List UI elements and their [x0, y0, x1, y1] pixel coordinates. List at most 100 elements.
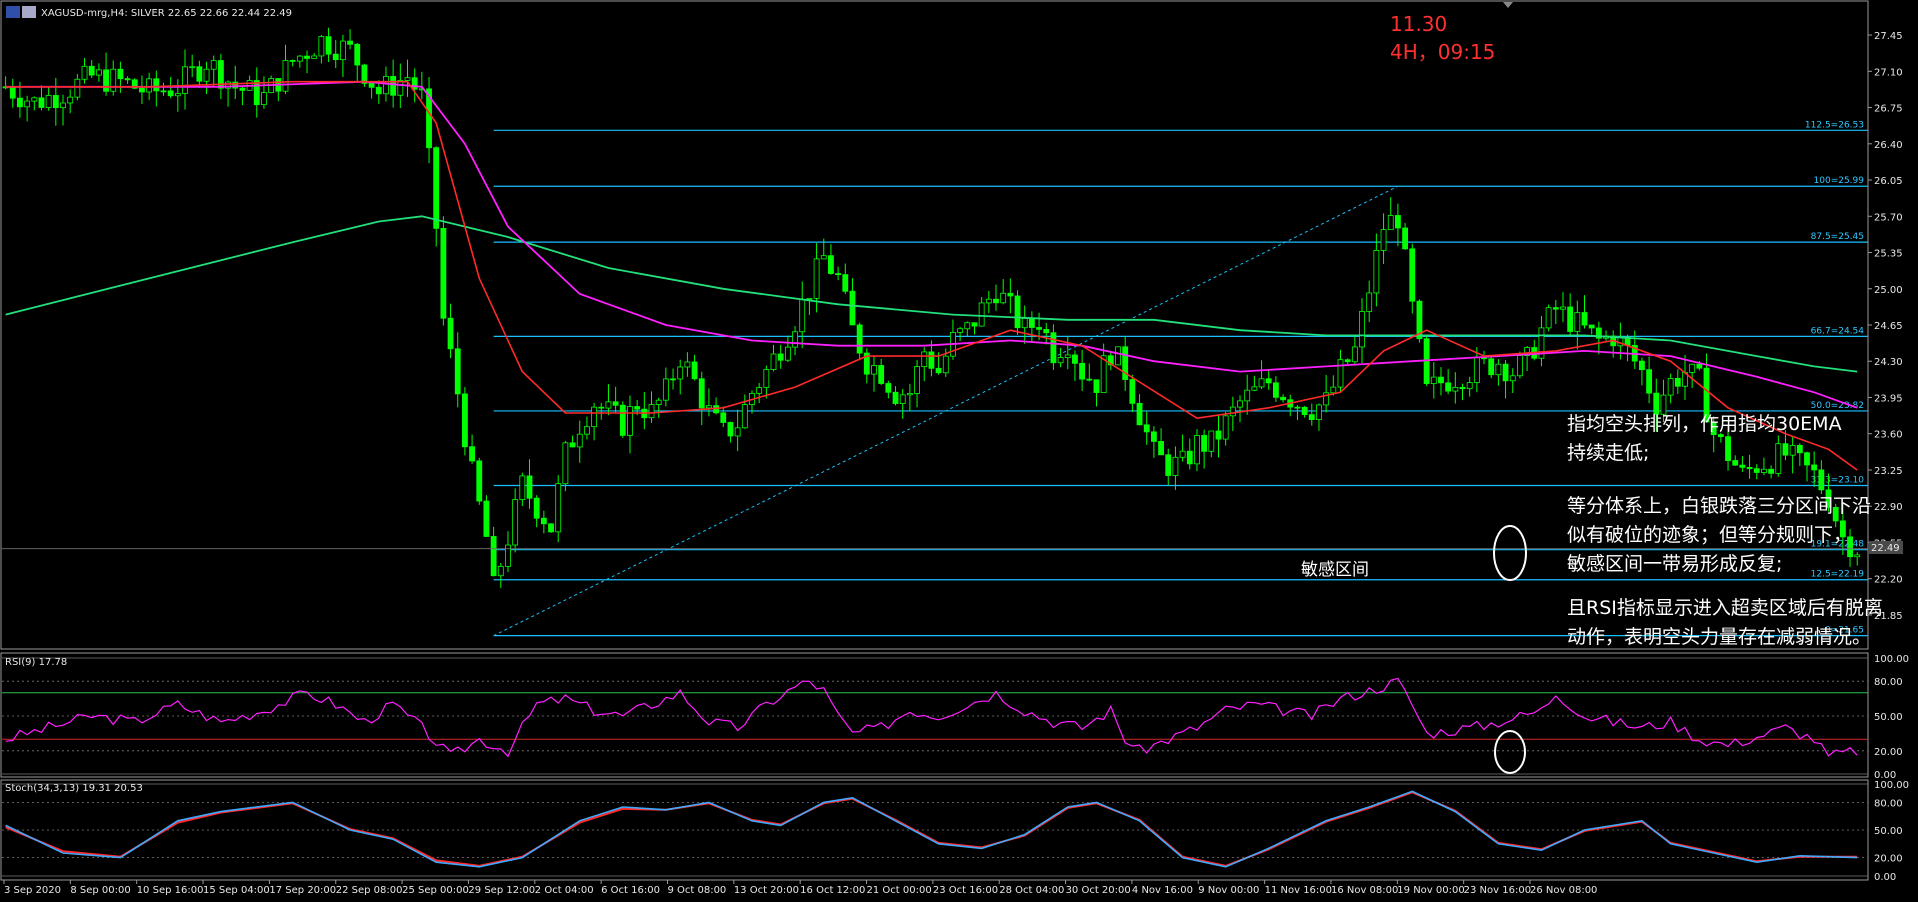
candle-body — [339, 40, 346, 61]
candle-body — [763, 369, 770, 388]
stoch-tick-label: 100.00 — [1874, 780, 1909, 791]
candle-body — [454, 348, 461, 395]
candle-body — [139, 87, 145, 93]
candle-body — [1387, 215, 1394, 231]
candle-body — [1194, 435, 1200, 465]
candle-body — [1272, 382, 1279, 398]
candle-body — [153, 78, 160, 92]
rsi-tick-label: 80.00 — [1874, 677, 1903, 688]
candle-body — [17, 97, 23, 108]
flag-icon[interactable] — [22, 6, 36, 18]
candle-body — [899, 394, 906, 404]
time-tick-label: 21 Oct 00:00 — [867, 885, 932, 896]
candle-body — [1366, 292, 1373, 312]
candle-body — [476, 460, 483, 502]
candle-body — [1502, 363, 1509, 382]
candle-body — [1086, 378, 1093, 381]
candle-body — [1488, 358, 1495, 376]
candle-body — [1495, 363, 1502, 376]
candle-body — [1768, 468, 1775, 474]
candle-body — [1136, 402, 1143, 426]
rsi-label: RSI(9) 17.78 — [5, 657, 67, 668]
rsi-panel-frame — [0, 652, 1869, 778]
candle-body — [390, 75, 397, 96]
rsi-indicator: 100.0080.0050.0020.000.00 — [2, 654, 1909, 781]
candle-body — [1050, 332, 1057, 364]
candle-body — [519, 475, 526, 500]
candle-body — [1165, 454, 1172, 476]
annotation-fib: 等分体系上，白银跌落三分区间下沿 似有破位的迹象；但等分规则下， 敏感区间一带易… — [1567, 495, 1872, 575]
candle-body — [1394, 215, 1401, 229]
candle-body — [174, 93, 181, 97]
time-tick-label: 17 Sep 20:00 — [269, 885, 336, 896]
candle-body — [1567, 306, 1574, 332]
price-tick-label: 22.20 — [1874, 575, 1903, 586]
candle-body — [24, 100, 31, 108]
candle-body — [1351, 346, 1358, 363]
candle-body — [670, 378, 676, 381]
candle-body — [1761, 468, 1767, 473]
candle-body — [38, 97, 45, 108]
candle-body — [95, 69, 102, 76]
time-tick-label: 10 Sep 16:00 — [137, 885, 204, 896]
current-price-value: 22.49 — [1871, 543, 1900, 554]
rsi-tick-label: 50.00 — [1874, 712, 1903, 723]
candle-body — [368, 83, 375, 88]
time-tick-label: 13 Oct 20:00 — [734, 885, 799, 896]
candle-body — [289, 60, 296, 62]
candle-body — [720, 412, 727, 423]
candle-body — [1560, 306, 1566, 310]
price-tick-label: 23.25 — [1874, 466, 1903, 477]
candle-body — [849, 290, 856, 326]
time-tick-label: 29 Sep 12:00 — [468, 885, 535, 896]
note-time: 4H，09:15 — [1390, 40, 1496, 64]
candle-body — [612, 401, 619, 406]
price-tick-label: 26.40 — [1874, 140, 1903, 151]
candle-body — [598, 406, 605, 409]
time-tick-label: 23 Nov 16:00 — [1464, 885, 1531, 896]
candle-body — [1674, 378, 1681, 387]
candle-body — [741, 404, 748, 429]
candle-body — [1588, 324, 1595, 329]
stoch-label: Stoch(34,3,13) 19.31 20.53 — [5, 783, 143, 794]
candle-body — [971, 322, 978, 327]
time-tick-label: 9 Nov 00:00 — [1198, 885, 1259, 896]
candle-body — [1359, 311, 1365, 348]
candle-body — [684, 361, 691, 368]
price-tick-label: 25.00 — [1874, 285, 1903, 296]
rsi-highlight-circle — [1494, 730, 1526, 774]
candle-body — [813, 258, 820, 299]
candle-body — [311, 55, 318, 59]
chart-window: 112.5=26.53 100=25.99 87.5=25.45 66.7=24.54… — [0, 0, 1918, 898]
candle-body — [483, 500, 490, 537]
candle-body — [469, 446, 476, 462]
time-tick-label: 23 Oct 16:00 — [933, 885, 998, 896]
candle-body — [1043, 328, 1050, 334]
rsi-tick-label: 100.00 — [1874, 654, 1909, 665]
candle-body — [261, 92, 267, 106]
candle-body — [1028, 318, 1035, 328]
candle-body — [1696, 363, 1703, 369]
candle-body — [253, 80, 260, 106]
candle-body — [677, 366, 684, 380]
candle-body — [124, 78, 131, 81]
time-tick-label: 2 Oct 04:00 — [535, 885, 594, 896]
candle-body — [957, 328, 964, 333]
candle-body — [1079, 362, 1086, 380]
candle-body — [906, 393, 913, 396]
candle-body — [1646, 369, 1653, 394]
price-tick-label: 23.60 — [1874, 430, 1903, 441]
candle-body — [361, 64, 368, 84]
candle-body — [576, 433, 583, 448]
time-tick-label: 26 Nov 08:00 — [1530, 885, 1597, 896]
candle-body — [756, 387, 763, 394]
candle-body — [806, 298, 813, 300]
candle-body — [871, 365, 877, 375]
note-date: 11.30 — [1390, 12, 1448, 36]
candle-body — [196, 66, 203, 82]
time-tick-label: 30 Oct 20:00 — [1066, 885, 1131, 896]
candle-body — [239, 87, 246, 91]
chart-type-icon[interactable] — [6, 6, 20, 18]
candle-body — [304, 55, 310, 59]
candle-body — [1158, 441, 1164, 456]
